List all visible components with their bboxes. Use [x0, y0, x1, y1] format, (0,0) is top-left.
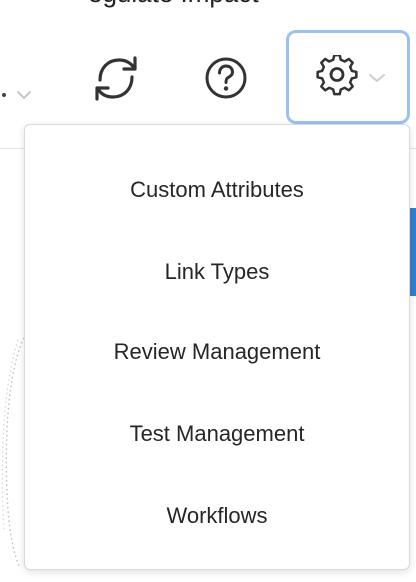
sync-button[interactable]	[84, 46, 148, 110]
chevron-down-icon[interactable]	[0, 88, 32, 102]
gear-icon	[316, 55, 358, 96]
accent-bar	[409, 208, 416, 296]
help-icon	[205, 57, 247, 99]
settings-dropdown-menu: Custom Attributes Link Types Review Mana…	[24, 124, 410, 570]
top-partial-text: egulate Impact	[0, 0, 416, 8]
sync-icon	[95, 56, 137, 101]
menu-item-custom-attributes[interactable]: Custom Attributes	[25, 155, 409, 225]
settings-button[interactable]	[286, 30, 410, 124]
chevron-down-icon	[369, 74, 385, 82]
menu-item-workflows[interactable]: Workflows	[25, 481, 409, 551]
menu-item-test-management[interactable]: Test Management	[25, 399, 409, 469]
menu-item-link-types[interactable]: Link Types	[25, 237, 409, 307]
top-partial-label: egulate Impact	[88, 0, 259, 8]
page: egulate Impact	[0, 0, 416, 582]
menu-item-review-management[interactable]: Review Management	[25, 317, 409, 387]
help-button[interactable]	[196, 48, 256, 108]
